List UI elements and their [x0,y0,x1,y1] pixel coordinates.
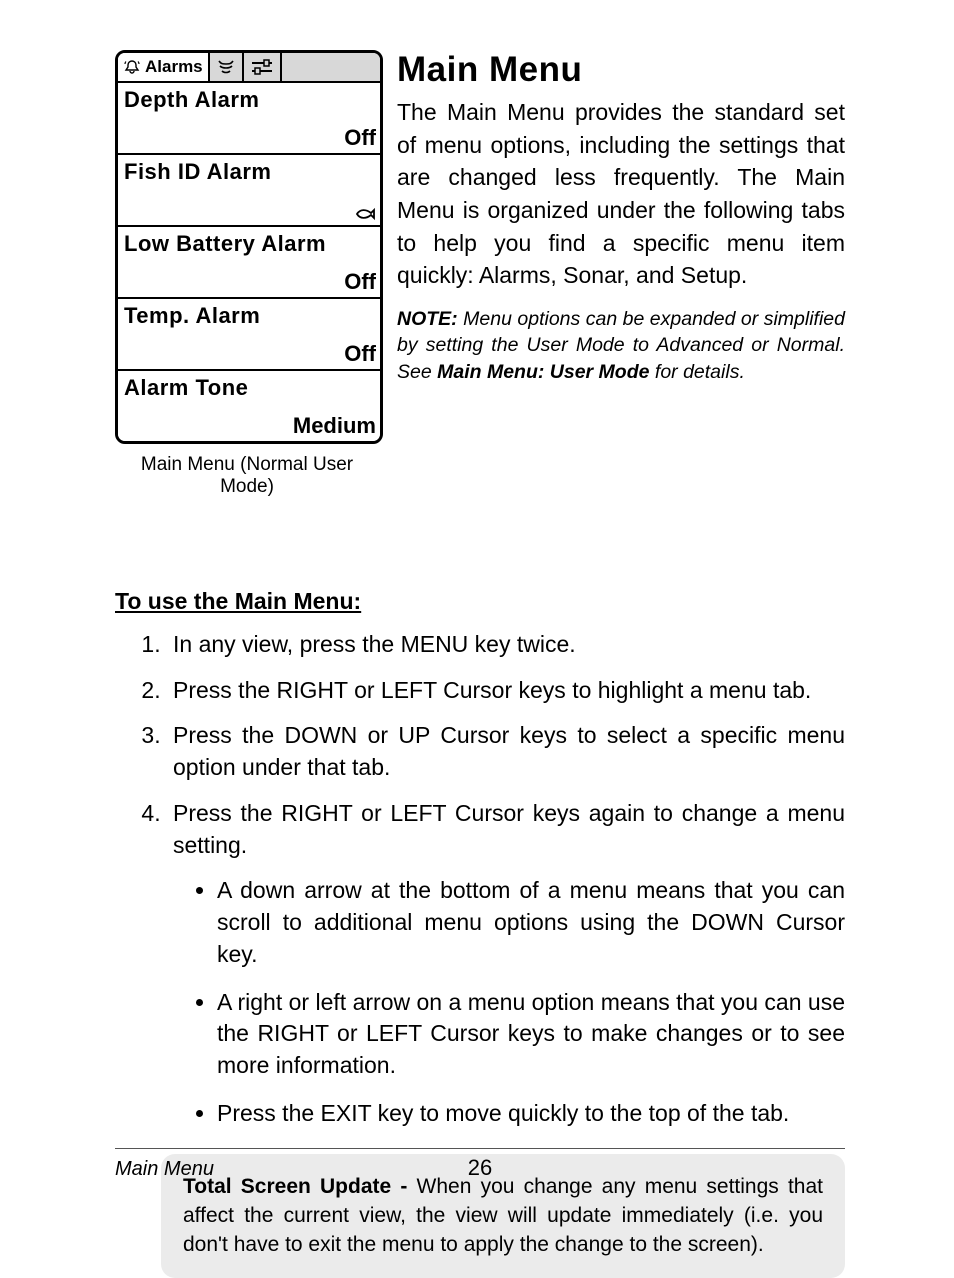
menu-row-low-battery-alarm: Low Battery Alarm Off [118,227,380,299]
note-ref: Main Menu: User Mode [437,361,649,383]
steps-list: In any view, press the MENU key twice. P… [115,629,845,1130]
step-item: Press the DOWN or UP Cursor keys to sele… [167,720,845,783]
device-menu-screenshot: Alarms [115,50,383,444]
row-label: Depth Alarm [124,87,374,113]
page-title: Main Menu [397,50,845,90]
footer-page-number: 26 [468,1155,492,1181]
row-label: Temp. Alarm [124,303,374,329]
menu-row-temp-alarm: Temp. Alarm Off [118,299,380,371]
row-label: Alarm Tone [124,375,374,401]
row-value: Medium [293,413,376,439]
step-item: Press the RIGHT or LEFT Cursor keys to h… [167,675,845,707]
device-tabs: Alarms [118,53,380,83]
footer-rule [115,1148,845,1149]
step-item: In any view, press the MENU key twice. [167,629,845,661]
fish-icon [354,205,376,223]
note-paragraph: NOTE: Menu options can be expanded or si… [397,306,845,385]
note-label: NOTE: [397,308,458,330]
step-text: Press the RIGHT or LEFT Cursor keys agai… [173,800,845,858]
row-label: Fish ID Alarm [124,159,374,185]
sonar-icon [215,57,237,77]
menu-row-depth-alarm: Depth Alarm Off [118,83,380,155]
page-footer: Main Menu 26 [115,1148,845,1181]
row-value: Off [344,125,376,151]
subheading: To use the Main Menu: [115,588,845,615]
tab-filler [282,53,380,81]
device-caption: Main Menu (Normal User Mode) [115,454,379,498]
tab-alarms: Alarms [118,53,210,81]
tab-sonar [210,53,244,81]
step-item: Press the RIGHT or LEFT Cursor keys agai… [167,798,845,1130]
sliders-icon [249,58,275,76]
row-value [354,205,376,223]
row-value: Off [344,341,376,367]
footer-section: Main Menu [115,1158,468,1181]
tab-alarms-label: Alarms [145,57,203,77]
intro-paragraph: The Main Menu provides the standard set … [397,96,845,292]
tab-setup [244,53,282,81]
bullet-item: Press the EXIT key to move quickly to th… [217,1098,845,1130]
bullet-item: A down arrow at the bottom of a menu mea… [217,875,845,970]
bullet-item: A right or left arrow on a menu option m… [217,987,845,1082]
bell-icon [123,59,141,75]
menu-row-fish-id-alarm: Fish ID Alarm [118,155,380,227]
note-tail: for details. [649,361,744,383]
row-label: Low Battery Alarm [124,231,374,257]
row-value: Off [344,269,376,295]
bullets-list: A down arrow at the bottom of a menu mea… [173,875,845,1129]
menu-row-alarm-tone: Alarm Tone Medium [118,371,380,441]
